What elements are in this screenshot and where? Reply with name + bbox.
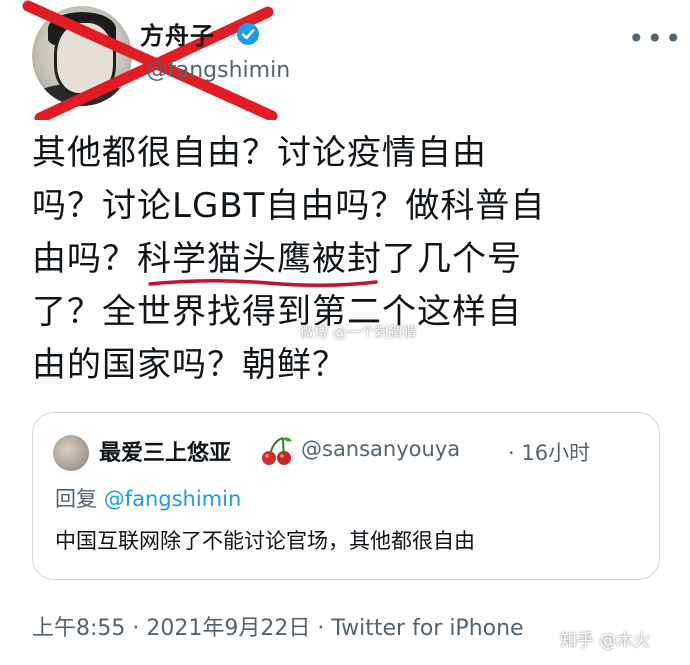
quoted-author-handle[interactable]: @sansanyouya bbox=[301, 437, 460, 461]
reply-handle-link[interactable]: @fangshimin bbox=[104, 487, 242, 511]
tweet-line: 由的国家吗？朝鲜？ bbox=[32, 345, 347, 385]
quoted-author-avatar[interactable] bbox=[53, 435, 89, 471]
reply-prefix: 回复 bbox=[55, 487, 97, 511]
tweet-line: 吗？讨论LGBT自由吗？做科普自 bbox=[32, 186, 546, 226]
quoted-author-name[interactable]: 最爱三上悠亚 bbox=[99, 435, 231, 467]
reply-context: 回复 @fangshimin bbox=[55, 483, 241, 513]
more-options-button[interactable]: ••• bbox=[628, 22, 684, 55]
quoted-timestamp[interactable]: · 16小时 bbox=[508, 437, 590, 467]
zhihu-watermark: 知乎 @木火 bbox=[560, 631, 651, 651]
author-name[interactable]: 方舟子 bbox=[140, 16, 215, 51]
verified-badge-icon bbox=[237, 23, 259, 45]
quoted-tweet-card[interactable]: 最爱三上悠亚 @sansanyouya · 16小时 回复 @fangshimi… bbox=[32, 412, 660, 580]
cherry-icon bbox=[262, 437, 292, 465]
quoted-tweet-text: 中国互联网除了不能讨论官场，其他都很自由 bbox=[55, 529, 475, 553]
tweet-metadata[interactable]: 上午8:55 · 2021年9月22日 · Twitter for iPhone bbox=[32, 610, 524, 642]
weibo-watermark: 微博 @一个刺猬猬 bbox=[300, 325, 417, 341]
author-handle[interactable]: @fangshimin bbox=[146, 58, 290, 83]
red-underline-annotation bbox=[148, 278, 378, 288]
tweet-text: 其他都很自由？讨论疫情自由 吗？讨论LGBT自由吗？做科普自 由吗？科学猫头鹰被… bbox=[32, 127, 672, 392]
tweet-line: 其他都很自由？讨论疫情自由 bbox=[32, 133, 487, 173]
